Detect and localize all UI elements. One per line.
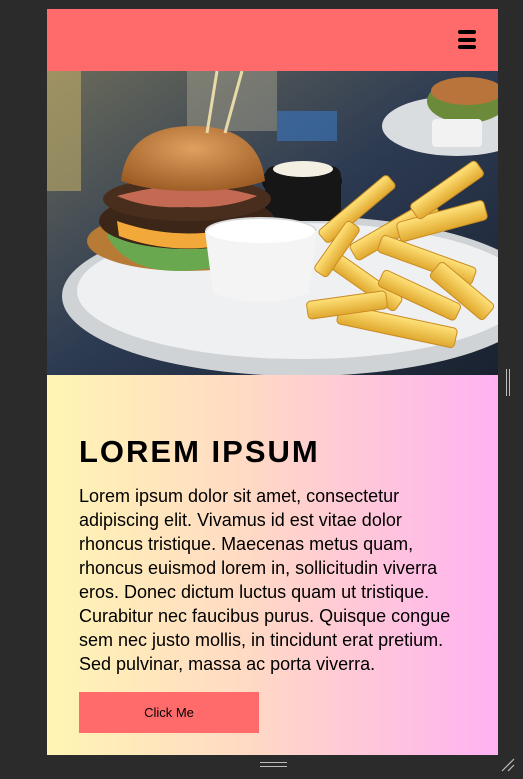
hero-image [47, 71, 498, 375]
click-me-button[interactable]: Click Me [79, 692, 259, 733]
mobile-viewport: LOREM IPSUM Lorem ipsum dolor sit amet, … [47, 9, 498, 755]
body-paragraph: Lorem ipsum dolor sit amet, consectetur … [79, 486, 451, 674]
content-section: LOREM IPSUM Lorem ipsum dolor sit amet, … [47, 375, 498, 755]
navbar [47, 9, 498, 71]
resize-corner-icon[interactable] [500, 757, 516, 773]
horizontal-grip-icon[interactable] [260, 762, 287, 768]
hamburger-menu-icon[interactable] [458, 30, 476, 49]
page-title: LOREM IPSUM [79, 434, 320, 469]
vertical-grip-icon[interactable] [505, 369, 511, 396]
burger-and-fries-photo [47, 71, 498, 375]
